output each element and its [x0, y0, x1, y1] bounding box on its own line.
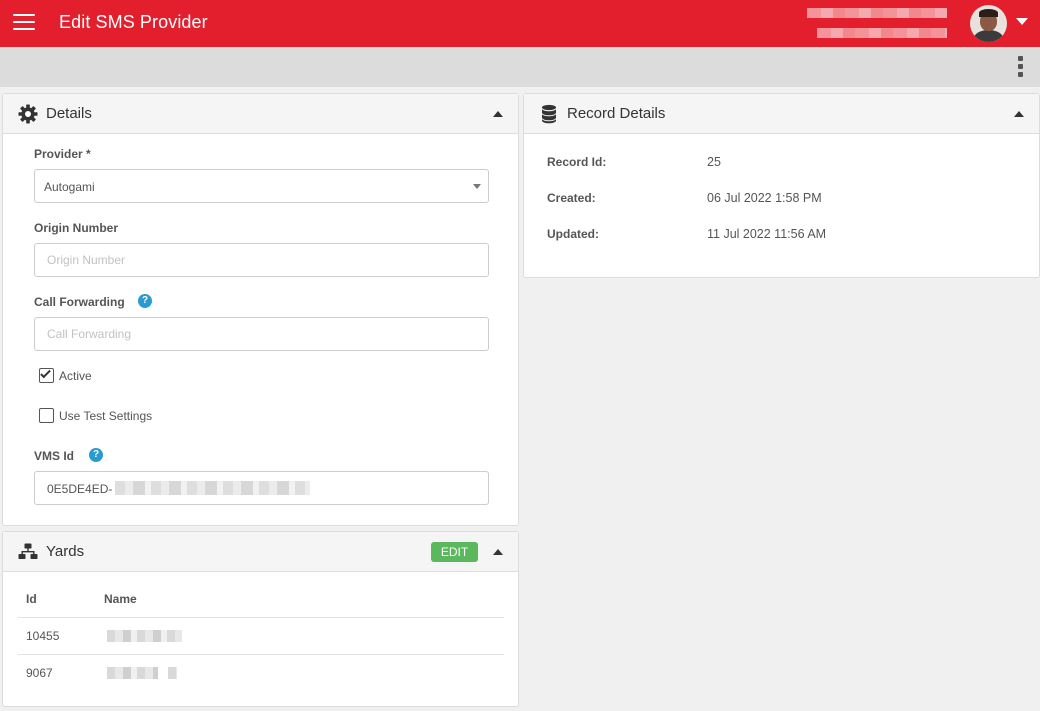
details-collapse-caret-icon[interactable] — [493, 111, 503, 117]
yards-collapse-caret-icon[interactable] — [493, 549, 503, 555]
active-checkbox[interactable] — [39, 367, 54, 383]
user-menu-caret-icon[interactable] — [1016, 18, 1028, 25]
user-role-redacted — [817, 28, 947, 38]
column-header-name[interactable]: Name — [104, 592, 137, 606]
vms-id-label: VMS Id — [34, 449, 75, 463]
use-test-settings-checkbox[interactable] — [39, 408, 54, 423]
record-id-value: 25 — [707, 155, 721, 169]
yards-panel-header[interactable]: Yards EDIT — [3, 532, 518, 572]
more-options-kebab-icon[interactable] — [1017, 56, 1023, 78]
table-row-name-redacted[interactable] — [107, 667, 158, 679]
database-icon — [542, 104, 556, 124]
page-title: Edit SMS Provider — [59, 12, 208, 32]
edit-yards-button[interactable]: EDIT — [431, 542, 478, 562]
details-panel: Details Provider * Autogami Origin Numbe… — [2, 93, 519, 526]
details-panel-header[interactable]: Details — [3, 94, 518, 134]
updated-value: 11 Jul 2022 11:56 AM — [707, 227, 827, 241]
vms-id-redacted — [115, 481, 310, 495]
sub-toolbar — [0, 47, 1040, 87]
table-divider — [18, 654, 504, 655]
created-value: 06 Jul 2022 1:58 PM — [707, 191, 822, 205]
record-details-panel: Record Details Record Id: 25 Created: 06… — [523, 93, 1040, 278]
yards-panel-title: Yards — [46, 543, 85, 560]
user-name-redacted — [807, 8, 947, 18]
table-row-name-redacted — [168, 667, 177, 679]
hamburger-menu-icon[interactable] — [13, 14, 35, 32]
record-details-collapse-caret-icon[interactable] — [1014, 111, 1024, 117]
table-row-id[interactable]: 9067 — [26, 666, 53, 680]
table-row-name-redacted[interactable] — [107, 630, 182, 642]
active-checkbox-label[interactable]: Active — [59, 369, 92, 383]
sitemap-icon — [18, 543, 38, 559]
vms-id-value: 0E5DE4ED- — [47, 482, 113, 496]
origin-number-label: Origin Number — [34, 221, 119, 235]
call-forwarding-help-icon[interactable]: ? — [138, 294, 152, 308]
table-divider — [18, 617, 504, 618]
vms-id-input[interactable]: 0E5DE4ED- — [34, 471, 489, 505]
gear-icon — [18, 104, 38, 124]
provider-select-value: Autogami — [44, 180, 95, 194]
vms-id-help-icon[interactable]: ? — [89, 448, 103, 462]
origin-number-input[interactable] — [34, 243, 489, 277]
record-id-label: Record Id: — [547, 155, 607, 169]
created-label: Created: — [547, 191, 596, 205]
column-header-id[interactable]: Id — [26, 592, 37, 606]
provider-label: Provider * — [34, 147, 91, 161]
updated-label: Updated: — [547, 227, 599, 241]
checkmark-icon — [40, 367, 51, 379]
app-header: Edit SMS Provider — [0, 0, 1040, 47]
record-details-panel-header[interactable]: Record Details — [524, 94, 1039, 134]
call-forwarding-label: Call Forwarding — [34, 295, 125, 309]
details-panel-title: Details — [46, 105, 92, 122]
call-forwarding-input[interactable] — [34, 317, 489, 351]
record-details-panel-title: Record Details — [567, 105, 666, 122]
chevron-down-icon — [473, 184, 481, 189]
avatar[interactable] — [970, 5, 1007, 42]
yards-panel: Yards EDIT Id Name 10455 9067 — [2, 531, 519, 707]
use-test-settings-label[interactable]: Use Test Settings — [59, 409, 152, 423]
provider-select[interactable]: Autogami — [34, 169, 489, 203]
table-row-id[interactable]: 10455 — [26, 629, 59, 643]
